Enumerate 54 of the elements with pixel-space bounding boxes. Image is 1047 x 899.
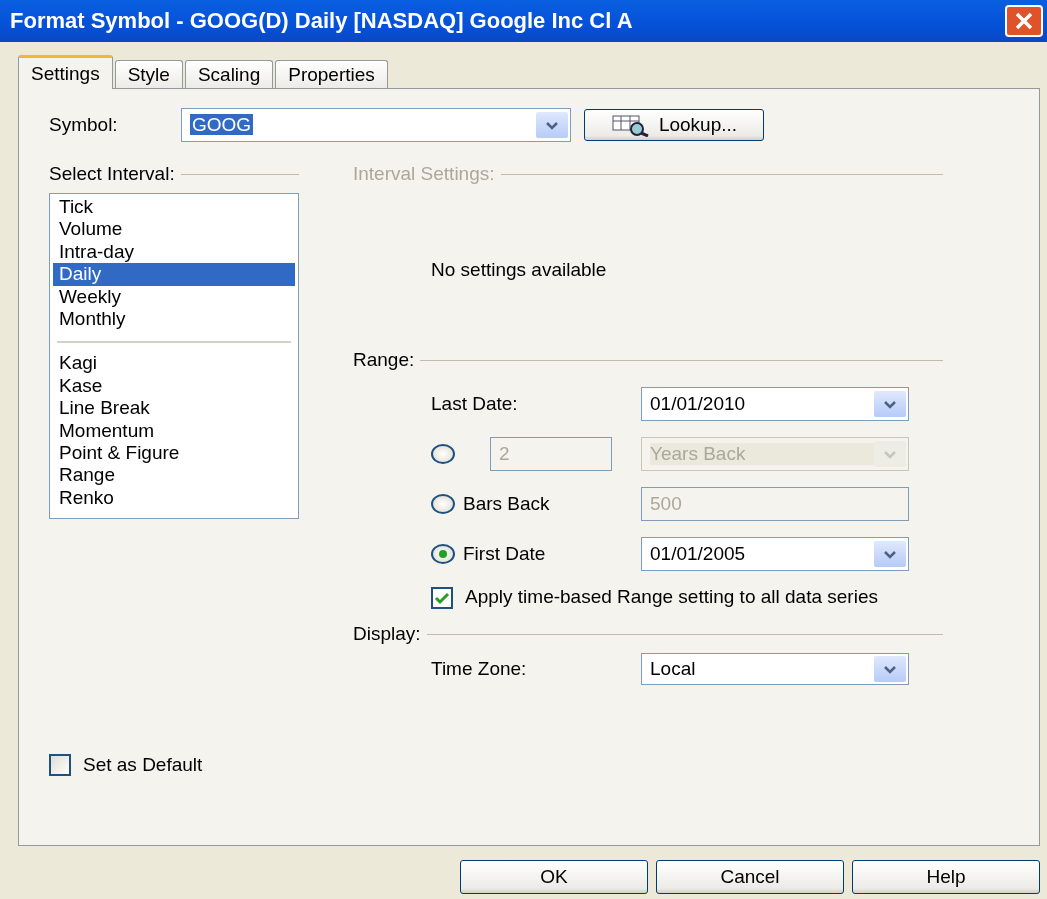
field-label: Time Zone: [431,658,527,680]
dialog-button[interactable]: Help [852,860,1040,894]
lookup-button[interactable]: Lookup... [584,109,764,141]
list-item[interactable]: Kagi [53,352,295,375]
field-label: Symbol: [49,114,119,136]
list-item[interactable]: Range [53,464,295,487]
dialog-button[interactable]: Cancel [656,860,844,894]
close-button[interactable] [1005,5,1043,37]
tab[interactable]: Style [114,60,183,88]
list-item[interactable]: Renko [53,486,295,510]
caret-icon [883,449,897,459]
section-heading: Interval Settings: [353,163,495,185]
close-icon [1014,11,1034,31]
list-item[interactable]: Weekly [53,285,295,309]
check-icon [434,591,450,605]
dropdown-button[interactable] [874,656,906,682]
caret-icon [883,664,897,674]
checkbox[interactable] [49,754,71,776]
dropdown-button[interactable] [874,391,906,417]
timezone-dropdown[interactable]: Local [641,653,909,685]
list-item[interactable]: Point & Figure [53,442,295,465]
date-dropdown[interactable]: 01/01/2010 [641,387,909,421]
list-item[interactable]: Daily [53,263,295,286]
checkbox[interactable] [431,587,453,609]
list-item[interactable]: Kase [53,374,295,398]
tab[interactable]: Settings [18,55,113,89]
checkbox-label: Set as Default [83,754,203,776]
field-label: Last Date: [431,393,518,415]
dropdown-button[interactable] [874,541,906,567]
list-item[interactable]: Tick [53,196,295,219]
caret-icon [545,120,559,130]
tab[interactable]: Properties [275,60,388,88]
list-item[interactable]: Volume [53,218,295,241]
option-label: First Date [463,543,546,565]
caret-icon [883,399,897,409]
tab[interactable]: Scaling [184,60,274,88]
list-item[interactable]: Momentum [53,419,295,443]
section-heading: Display: [353,623,421,645]
list-item[interactable]: Line Break [53,397,295,420]
checkbox-label: Apply time-based Range setting to all data series [465,587,879,607]
symbol-dropdown[interactable]: GOOG [181,108,571,142]
radio-button[interactable] [431,544,455,564]
caret-icon [883,549,897,559]
list-item[interactable]: Intra-day [53,240,295,264]
option-label: Bars Back [463,493,550,515]
table-magnifier-icon [610,113,651,137]
section-heading: Range: [353,349,415,371]
section-heading: Select Interval: [49,163,175,185]
empty-message: No settings available [431,259,608,281]
window-title: Format Symbol - GOOG(D) Daily [NASDAQ] Google Inc Cl A [10,8,633,34]
list-item[interactable]: Monthly [53,308,295,331]
date-dropdown[interactable]: 01/01/2005 [641,537,909,571]
dropdown-button[interactable] [536,112,568,138]
dialog-button[interactable]: OK [460,860,648,894]
